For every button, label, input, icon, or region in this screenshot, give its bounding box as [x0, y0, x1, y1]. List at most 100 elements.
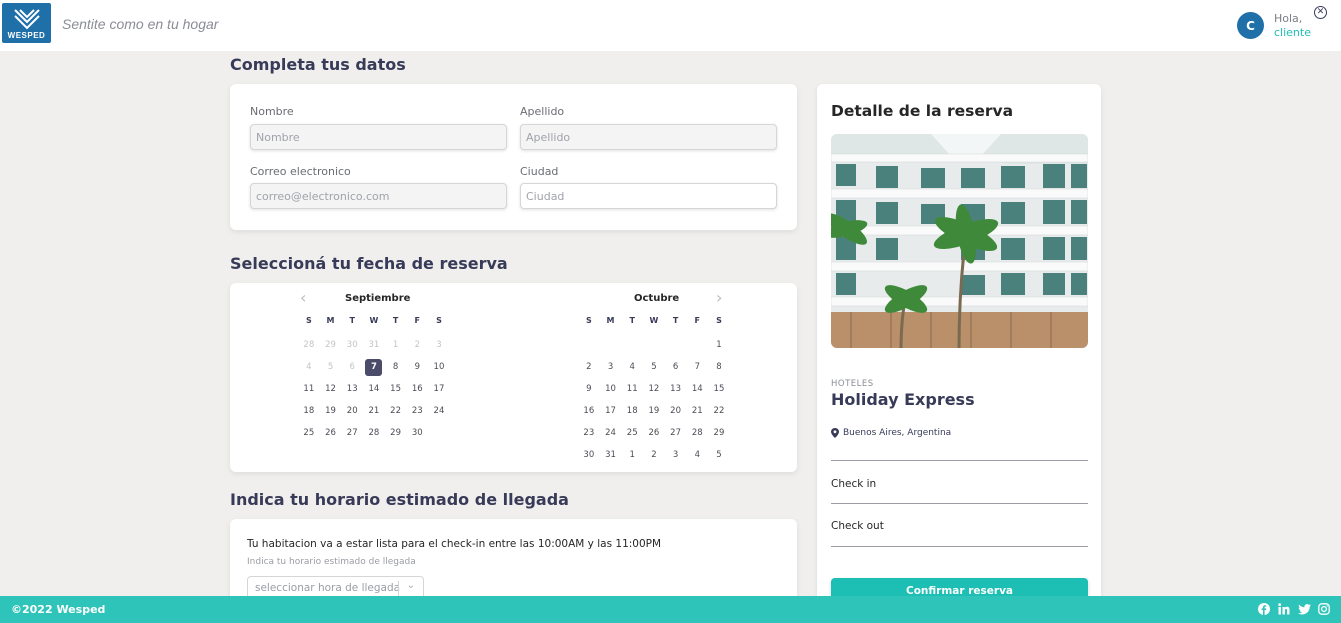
calendar-day[interactable]: 7 [686, 356, 708, 378]
calendar-day[interactable]: 17 [600, 400, 622, 422]
calendar-day [428, 422, 450, 444]
calendar-day[interactable]: 18 [298, 400, 320, 422]
calendar-day[interactable]: 17 [428, 378, 450, 400]
next-month-icon[interactable]: › [716, 290, 722, 306]
calendar-day[interactable]: 9 [406, 356, 428, 378]
calendar-day[interactable]: 27 [665, 422, 687, 444]
calendar-day[interactable]: 14 [363, 378, 385, 400]
calendar-day [643, 334, 665, 356]
calendar-day[interactable]: 30 [578, 444, 600, 466]
twitter-icon[interactable] [1297, 602, 1311, 616]
calendar-day[interactable]: 5 [708, 444, 730, 466]
calendar-day[interactable]: 1 [621, 444, 643, 466]
calendar-day[interactable]: 24 [600, 422, 622, 444]
calendar-day[interactable]: 30 [406, 422, 428, 444]
weekday-header: S [305, 315, 312, 325]
first-name-input[interactable] [250, 124, 507, 150]
calendar-day: 29 [325, 340, 336, 350]
calendar-day[interactable]: 16 [406, 378, 428, 400]
calendar-day[interactable]: 31 [600, 444, 622, 466]
calendar-day[interactable]: 28 [686, 422, 708, 444]
check-out-label: Check out [831, 520, 884, 532]
calendar-day[interactable]: 21 [686, 400, 708, 422]
calendar-day: 2 [414, 340, 420, 350]
month-name: Octubre [634, 293, 680, 304]
calendar-day[interactable]: 29 [708, 422, 730, 444]
app-header: WESPED Sentite como en tu hogar C Hola, … [0, 0, 1341, 51]
hotel-category: HOTELES [831, 379, 874, 389]
username[interactable]: cliente [1274, 26, 1311, 40]
calendar-day[interactable]: 25 [298, 422, 320, 444]
calendar-day: 4 [306, 362, 312, 372]
calendar-day[interactable]: 19 [320, 400, 342, 422]
calendar-day [621, 334, 643, 356]
email-input[interactable] [250, 183, 507, 209]
calendar-day: 30 [346, 340, 358, 350]
calendar-day[interactable]: 2 [578, 356, 600, 378]
logout-close-icon[interactable]: ✕ [1314, 6, 1327, 19]
avatar[interactable]: C [1237, 12, 1264, 39]
calendar-day: 28 [303, 340, 315, 350]
month-grid-october: S M T W T F S 1 2 3 4 5 6 7 8 9 10 11 12 13 14 15 16 17 18 19 20 21… [578, 309, 730, 466]
calendar-day[interactable]: 4 [621, 356, 643, 378]
calendar-day[interactable]: 6 [665, 356, 687, 378]
wesped-logo[interactable]: WESPED [2, 3, 51, 43]
weekday-header: M [326, 315, 335, 325]
calendar-day[interactable]: 23 [578, 422, 600, 444]
calendar-day [600, 334, 622, 356]
calendar-day[interactable]: 26 [643, 422, 665, 444]
linkedin-icon[interactable] [1277, 602, 1291, 616]
calendar-day[interactable]: 29 [385, 422, 407, 444]
calendar-day[interactable]: 3 [600, 356, 622, 378]
calendar-day[interactable]: 18 [621, 400, 643, 422]
calendar-day[interactable]: 28 [363, 422, 385, 444]
calendar-day[interactable]: 14 [686, 378, 708, 400]
calendar-day[interactable]: 2 [643, 444, 665, 466]
calendar-day[interactable]: 8 [708, 356, 730, 378]
calendar-day[interactable]: 27 [341, 422, 363, 444]
calendar-day[interactable]: 25 [621, 422, 643, 444]
calendar-day[interactable]: 15 [385, 378, 407, 400]
last-name-input[interactable] [520, 124, 777, 150]
facebook-icon[interactable] [1257, 602, 1271, 616]
weekday-header: M [606, 315, 615, 325]
calendar-day[interactable]: 20 [665, 400, 687, 422]
calendar-day[interactable]: 21 [363, 400, 385, 422]
divider [831, 546, 1088, 547]
calendar-day[interactable]: 10 [428, 356, 450, 378]
calendar-day[interactable]: 12 [320, 378, 342, 400]
calendar-day[interactable]: 22 [708, 400, 730, 422]
city-input[interactable] [520, 183, 777, 209]
calendar-day[interactable]: 12 [643, 378, 665, 400]
calendar-day[interactable]: 9 [578, 378, 600, 400]
weekday-header: T [672, 315, 679, 325]
calendar-day[interactable]: 24 [428, 400, 450, 422]
calendar-day[interactable]: 11 [621, 378, 643, 400]
app-footer: ©2022 Wesped [0, 596, 1341, 623]
calendar-day[interactable]: 15 [708, 378, 730, 400]
calendar-day[interactable]: 13 [665, 378, 687, 400]
calendar-day[interactable]: 3 [665, 444, 687, 466]
calendar-day[interactable]: 19 [643, 400, 665, 422]
calendar-day[interactable]: 13 [341, 378, 363, 400]
calendar-day[interactable]: 5 [643, 356, 665, 378]
calendar-day[interactable]: 11 [298, 378, 320, 400]
calendar-day: 31 [368, 340, 380, 350]
calendar-day[interactable]: 23 [406, 400, 428, 422]
calendar-day[interactable]: 26 [320, 422, 342, 444]
calendar-day[interactable]: 22 [385, 400, 407, 422]
calendar-day[interactable]: 4 [686, 444, 708, 466]
calendar-day[interactable]: 20 [341, 400, 363, 422]
calendar-day[interactable]: 8 [385, 356, 407, 378]
calendar-day[interactable]: 10 [600, 378, 622, 400]
weekday-header: W [369, 315, 379, 325]
instagram-icon[interactable] [1317, 602, 1331, 616]
hotel-image [831, 134, 1088, 348]
calendar-day[interactable]: 16 [578, 400, 600, 422]
location-pin-icon [831, 428, 839, 438]
calendar-day[interactable]: 1 [708, 334, 730, 356]
weekday-header: T [629, 315, 635, 325]
calendar-day [686, 334, 708, 356]
prev-month-icon[interactable]: ‹ [300, 290, 306, 306]
calendar-day-selected[interactable]: 7 [363, 356, 385, 378]
